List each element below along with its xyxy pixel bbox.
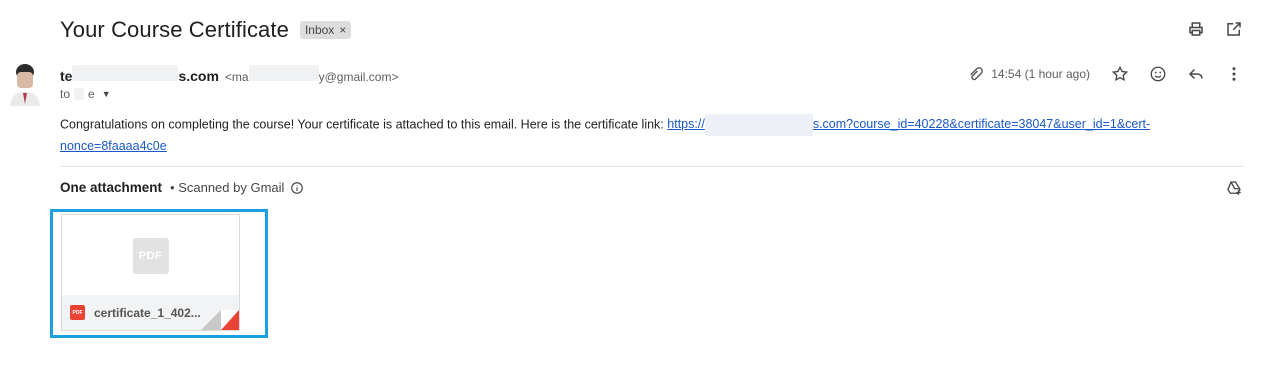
attachment-count: One attachment bbox=[60, 180, 163, 195]
email-subject: Your Course Certificate bbox=[60, 17, 289, 42]
redacted-sender-email bbox=[248, 65, 319, 81]
subject-row: Your Course Certificate Inbox × bbox=[60, 14, 352, 46]
sender-name-end: s.com bbox=[178, 68, 219, 84]
redacted-link-domain bbox=[704, 114, 813, 136]
redacted-recipient bbox=[74, 88, 85, 100]
emoji-icon[interactable] bbox=[1148, 64, 1168, 84]
message-actions bbox=[1110, 64, 1244, 84]
pdf-file-icon: PDF bbox=[70, 305, 85, 320]
sender-email-end: y@gmail.com> bbox=[318, 70, 399, 84]
top-actions bbox=[1186, 19, 1244, 39]
attachment-file-name: certificate_1_402... bbox=[94, 305, 201, 320]
received-time: 14:54 (1 hour ago) bbox=[991, 67, 1090, 81]
info-icon[interactable] bbox=[290, 181, 304, 195]
redacted-sender-name bbox=[72, 65, 179, 81]
label-text: Inbox bbox=[304, 23, 335, 37]
chevron-down-icon[interactable]: ▼ bbox=[102, 89, 111, 99]
time-group: 14:54 (1 hour ago) bbox=[967, 64, 1090, 84]
to-suffix: e bbox=[88, 87, 95, 101]
reply-icon[interactable] bbox=[1186, 64, 1206, 84]
print-icon[interactable] bbox=[1186, 19, 1206, 39]
sender-avatar bbox=[10, 64, 40, 106]
attachment-preview: PDF bbox=[62, 215, 239, 297]
sender-line: te s.com <ma y@gmail.com> bbox=[60, 65, 399, 84]
scanned-label: • Scanned by Gmail bbox=[170, 180, 285, 195]
add-to-drive-icon[interactable] bbox=[1224, 178, 1244, 198]
sender-name-start: te bbox=[60, 68, 73, 84]
sender-email-start: <ma bbox=[224, 70, 249, 84]
open-in-new-icon[interactable] bbox=[1224, 19, 1244, 39]
inbox-label-chip[interactable]: Inbox × bbox=[299, 21, 352, 39]
attachment-card[interactable]: PDF PDF certificate_1_402... bbox=[61, 214, 240, 331]
paperclip-icon bbox=[967, 64, 985, 84]
remove-label-button[interactable]: × bbox=[339, 23, 346, 37]
link-start: https:// bbox=[667, 117, 705, 132]
page-curl-icon bbox=[201, 310, 239, 330]
to-prefix: to bbox=[60, 87, 71, 101]
attachments-header: One attachment • Scanned by Gmail bbox=[60, 180, 304, 195]
message-meta: 14:54 (1 hour ago) bbox=[967, 64, 1244, 84]
pdf-preview-icon: PDF bbox=[132, 238, 169, 274]
star-icon[interactable] bbox=[1110, 64, 1130, 84]
email-body: Congratulations on completing the course… bbox=[60, 114, 1210, 156]
more-vert-icon[interactable] bbox=[1224, 64, 1244, 84]
recipient-line[interactable]: to e ▼ bbox=[60, 87, 111, 101]
divider bbox=[60, 166, 1244, 167]
body-message: Congratulations on completing the course… bbox=[60, 117, 664, 132]
